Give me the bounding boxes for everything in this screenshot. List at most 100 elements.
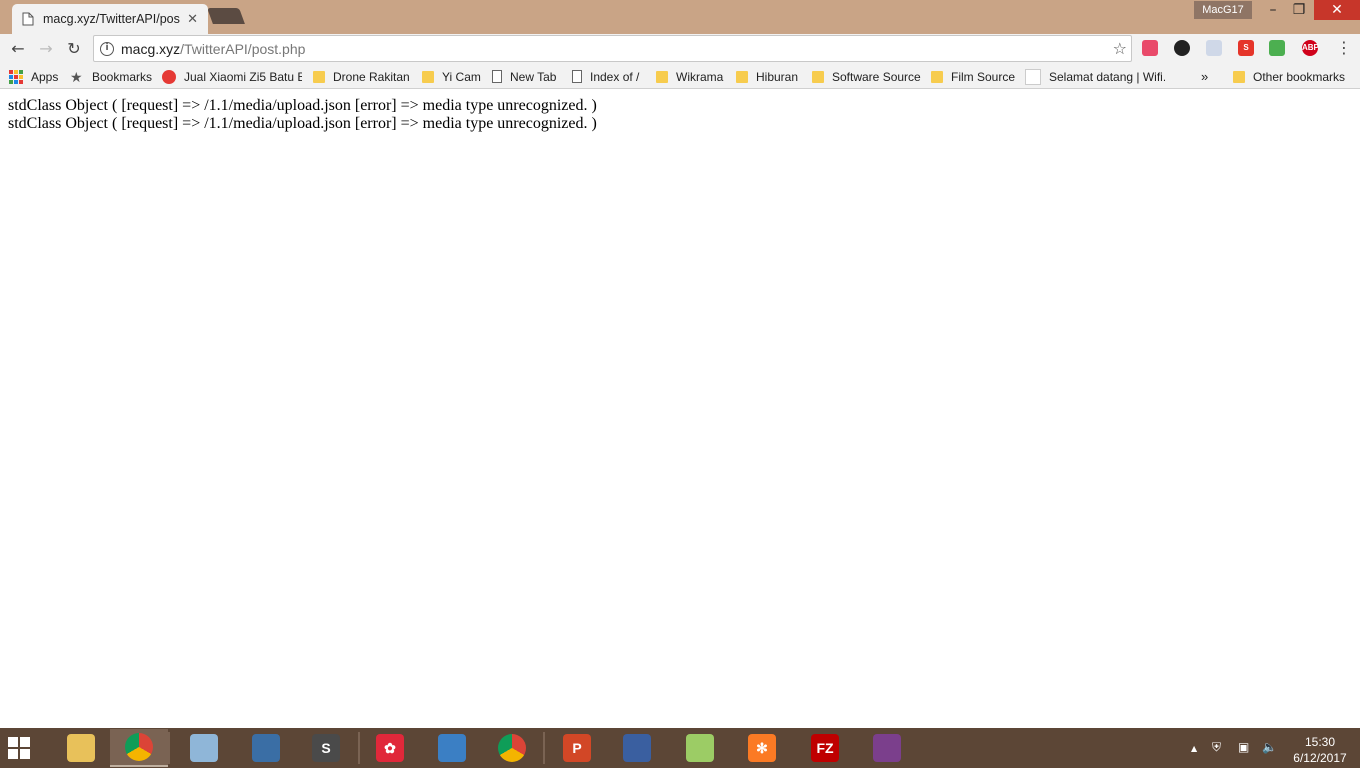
forward-arrow-icon[interactable]: →: [36, 39, 56, 59]
bookmark-item[interactable]: Selamat datang | Wifi.: [1025, 67, 1165, 86]
address-bar[interactable]: i macg.xyz/TwitterAPI/post.php ☆: [93, 35, 1132, 62]
page-icon: [492, 70, 502, 83]
bookmark-item[interactable]: Index of /: [572, 67, 639, 86]
paint-taskbar-button[interactable]: [175, 729, 233, 767]
paint-taskbar-icon: [190, 734, 218, 762]
bookmark-item[interactable]: Software Source: [812, 67, 921, 86]
tab-close-icon[interactable]: ✕: [187, 12, 198, 27]
bookmark-item[interactable]: Hiburan: [736, 67, 798, 86]
folder-icon: [422, 70, 434, 83]
site-icon: [1025, 68, 1041, 85]
clock-date: 6/12/2017: [1293, 751, 1347, 765]
filezilla-taskbar-button[interactable]: FZ: [796, 729, 854, 767]
browser-toolbar: ← → ↻ i macg.xyz/TwitterAPI/post.php ☆ S…: [0, 34, 1360, 64]
clock[interactable]: 15:30 6/12/2017: [1286, 734, 1354, 766]
filezilla-taskbar-icon: FZ: [811, 734, 839, 762]
info-icon[interactable]: i: [100, 41, 114, 56]
powerpoint-taskbar-icon: P: [563, 734, 591, 762]
bookmarks-bar: Apps ★ Bookmarks Jual Xiaomi Zi5 Batu B D…: [0, 64, 1360, 89]
file-explorer-taskbar-icon: [67, 734, 95, 762]
wifi-app-taskbar-icon: [438, 734, 466, 762]
folder-icon: [313, 70, 325, 83]
remote-taskbar-button[interactable]: [237, 729, 295, 767]
camera-extension-icon[interactable]: [1174, 40, 1190, 56]
bookmarks-shortcut[interactable]: ★ Bookmarks: [70, 67, 152, 86]
taskbar-separator: [358, 732, 360, 764]
notes-taskbar-button[interactable]: [671, 729, 729, 767]
taskbar: S ✿ P ✻ FZ ▲ ⛨ ▣ 🔈 15:30 6/12/2017: [0, 728, 1360, 768]
bookmark-item[interactable]: Drone Rakitan: [313, 67, 410, 86]
apps-grid-icon: [9, 69, 23, 84]
blank-extension-icon[interactable]: [1206, 40, 1222, 56]
folder-icon: [1233, 70, 1245, 83]
other-bookmarks-label: Other bookmarks: [1253, 69, 1346, 84]
heart-extension-icon[interactable]: [1142, 40, 1158, 56]
taskbar-separator: [168, 732, 170, 764]
bookmarks-overflow-button[interactable]: »: [1201, 67, 1208, 86]
minimize-button[interactable]: –: [1259, 0, 1287, 20]
notes-taskbar-icon: [686, 734, 714, 762]
abp-extension-icon[interactable]: ABP: [1302, 40, 1319, 56]
stripes-extension-icon[interactable]: [1269, 40, 1285, 56]
folder-icon: [736, 70, 748, 83]
chrome-second-taskbar-button[interactable]: [483, 729, 541, 767]
close-button[interactable]: ✕: [1314, 0, 1360, 20]
bookmark-label: Index of /: [590, 69, 640, 84]
other-bookmarks[interactable]: Other bookmarks: [1233, 67, 1345, 86]
s-extension-icon[interactable]: S: [1238, 40, 1254, 56]
network-tool-taskbar-icon: [623, 734, 651, 762]
bookmarks-label: Bookmarks: [92, 69, 153, 84]
network-icon[interactable]: ▣: [1238, 740, 1249, 754]
bookmark-label: Drone Rakitan: [333, 69, 410, 84]
taskbar-separator: [543, 732, 545, 764]
bookmark-item[interactable]: Film Source: [931, 67, 1015, 86]
file-explorer-taskbar-button[interactable]: [52, 729, 110, 767]
apps-shortcut[interactable]: Apps: [9, 67, 58, 86]
bookmark-label: Yi Cam: [442, 69, 481, 84]
browser-tab[interactable]: macg.xyz/TwitterAPI/pos ✕: [12, 4, 208, 34]
bookmark-label: Wikrama: [676, 69, 724, 84]
windows-start-icon[interactable]: [8, 737, 30, 759]
chrome-taskbar-icon: [125, 733, 153, 761]
chrome-taskbar-button[interactable]: [110, 729, 168, 767]
bookmark-item[interactable]: Jual Xiaomi Zi5 Batu B: [162, 67, 302, 86]
flower-app-taskbar-button[interactable]: ✿: [361, 729, 419, 767]
volume-icon[interactable]: 🔈: [1262, 740, 1277, 754]
folder-icon: [656, 70, 668, 83]
bookmark-label: New Tab: [510, 69, 557, 84]
folder-icon: [812, 70, 824, 83]
bookmark-item[interactable]: New Tab: [492, 67, 556, 86]
restore-button[interactable]: ❐: [1285, 0, 1313, 20]
tab-title: macg.xyz/TwitterAPI/pos: [43, 12, 180, 26]
winrar-taskbar-icon: [873, 734, 901, 762]
menu-icon[interactable]: ⋮: [1336, 38, 1352, 57]
back-arrow-icon[interactable]: ←: [8, 39, 28, 59]
site-icon: [162, 69, 176, 84]
tray-overflow-icon[interactable]: ▲: [1191, 744, 1197, 753]
apps-label: Apps: [31, 69, 59, 84]
sublime-taskbar-button[interactable]: S: [297, 729, 355, 767]
bookmark-label: Software Source: [832, 69, 921, 84]
reload-icon[interactable]: ↻: [64, 39, 84, 59]
bookmark-item[interactable]: Yi Cam: [422, 67, 481, 86]
winrar-taskbar-button[interactable]: [858, 729, 916, 767]
output-line: stdClass Object ( [request] => /1.1/medi…: [8, 97, 597, 114]
remote-taskbar-icon: [252, 734, 280, 762]
bookmark-label: Jual Xiaomi Zi5 Batu B: [184, 69, 302, 84]
wifi-app-taskbar-button[interactable]: [423, 729, 481, 767]
new-tab-button[interactable]: [207, 8, 245, 24]
powerpoint-taskbar-button[interactable]: P: [548, 729, 606, 767]
clock-time: 15:30: [1304, 735, 1336, 749]
xampp-taskbar-button[interactable]: ✻: [733, 729, 791, 767]
bookmark-item[interactable]: Wikrama: [656, 67, 723, 86]
profile-button[interactable]: MacG17: [1194, 1, 1252, 19]
bookmark-star-icon[interactable]: ☆: [1113, 39, 1127, 58]
network-tool-taskbar-button[interactable]: [608, 729, 666, 767]
star-icon: ★: [70, 68, 83, 85]
flower-app-taskbar-icon: ✿: [376, 734, 404, 762]
sublime-taskbar-icon: S: [312, 734, 340, 762]
output-line: stdClass Object ( [request] => /1.1/medi…: [8, 115, 597, 132]
shield-icon[interactable]: ⛨: [1212, 740, 1221, 755]
bookmark-label: Film Source: [951, 69, 1016, 84]
page-icon: [572, 70, 582, 83]
